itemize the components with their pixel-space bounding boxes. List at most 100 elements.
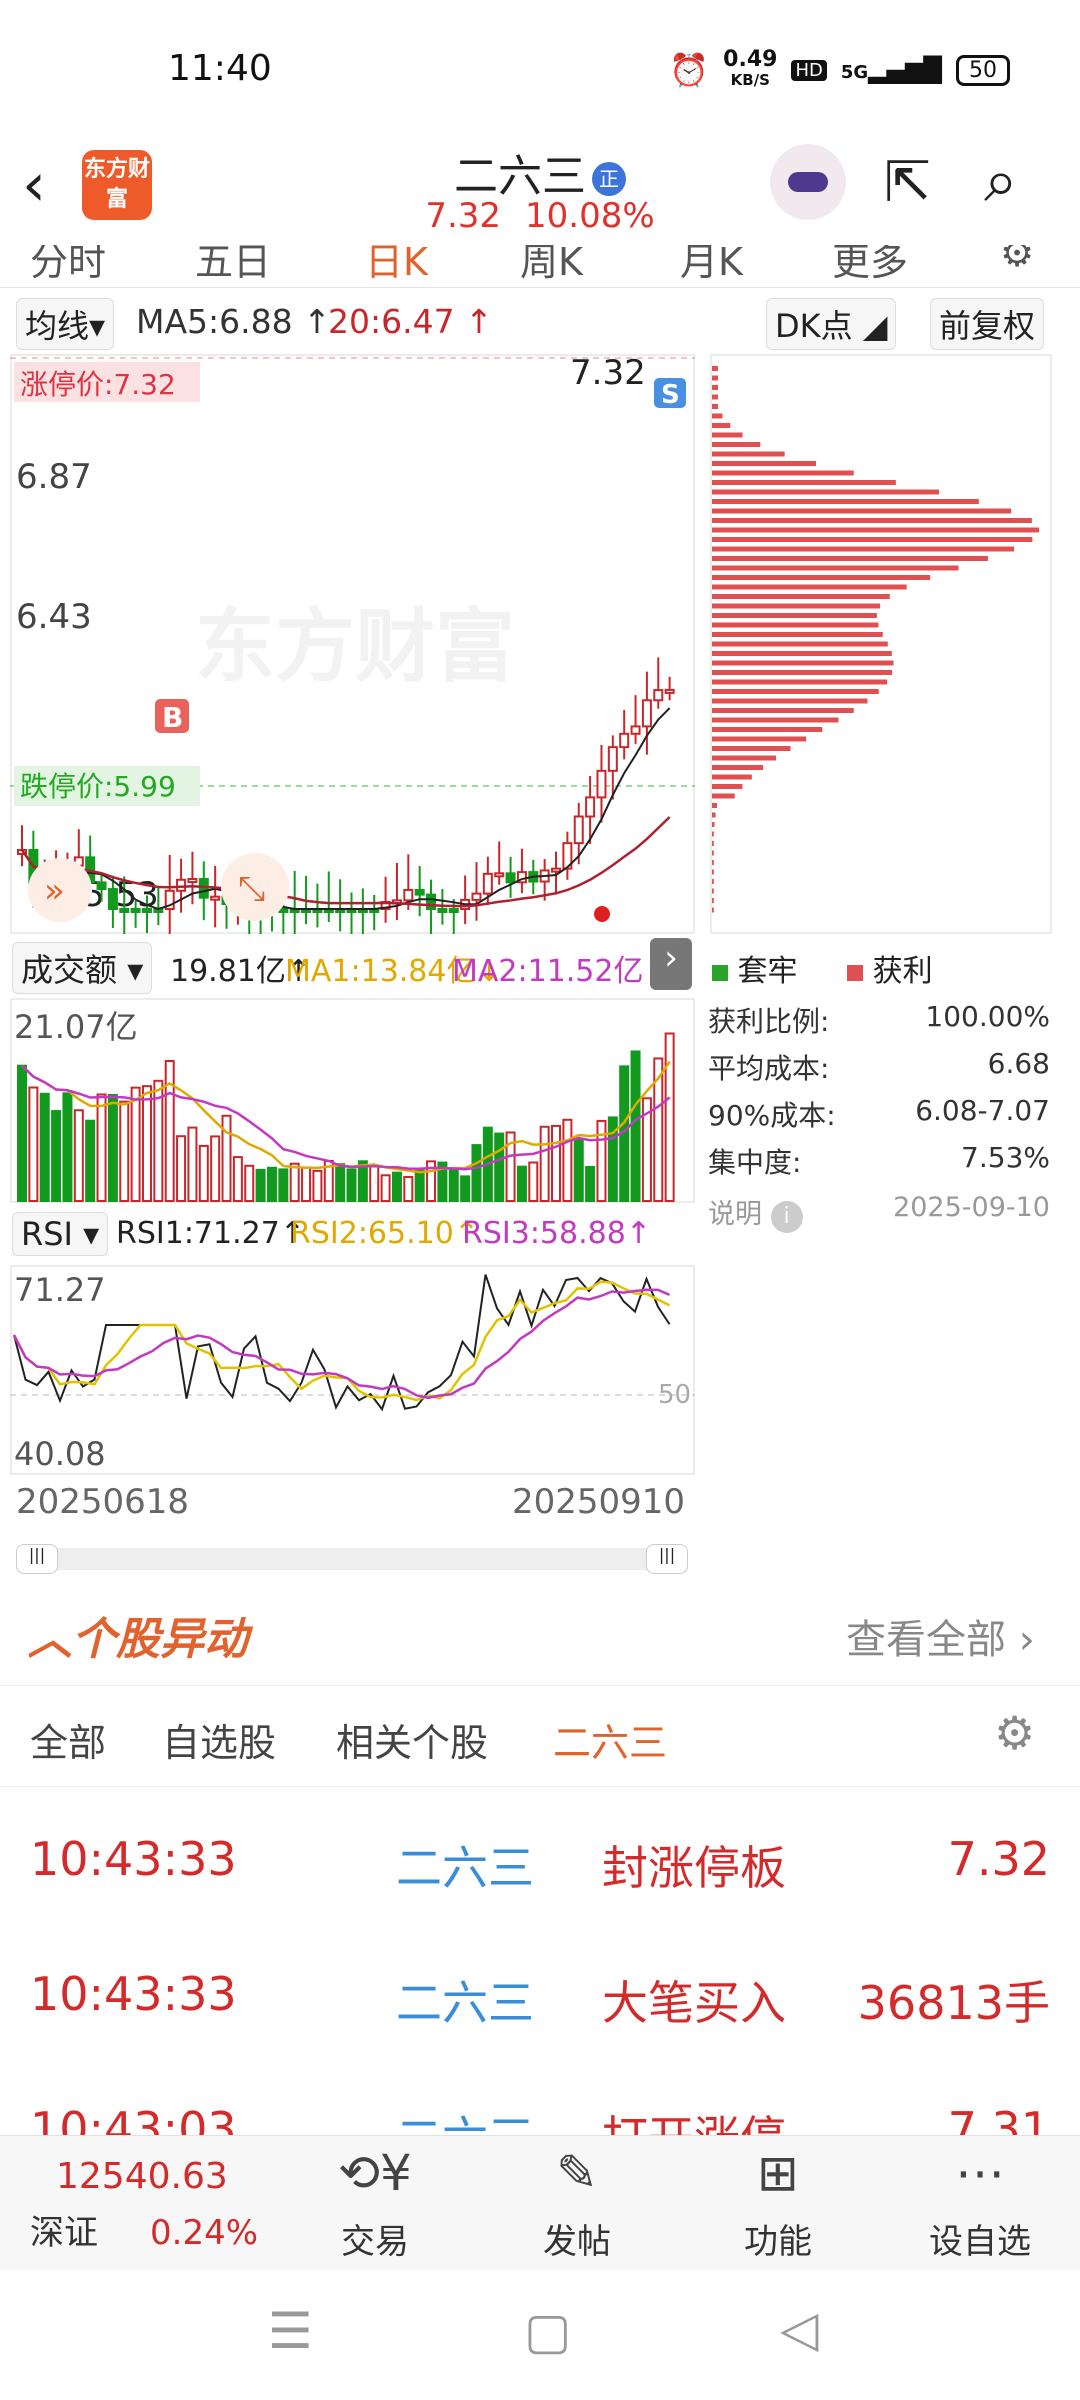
y-tick-2: 6.43	[16, 597, 92, 637]
post-button[interactable]: ✎ 发帖	[497, 2136, 657, 2263]
volume-bar	[630, 1050, 641, 1203]
chip-bar	[712, 556, 988, 561]
grid-icon: ⊞	[757, 2144, 799, 2202]
alerts-title[interactable]: ︿个股异动	[28, 1603, 248, 1667]
volume-selector[interactable]: 成交额 ▾	[12, 942, 153, 994]
yen-cycle-icon: ⟲¥	[338, 2144, 412, 2202]
assistant-robot-icon[interactable]	[770, 144, 846, 220]
tab-weekly-k[interactable]: 周K	[520, 245, 583, 286]
volume-bar	[391, 1171, 402, 1202]
candle	[289, 871, 300, 934]
tab-monthly-k[interactable]: 月K	[680, 245, 743, 286]
stat-profit-ratio: 获利比例: 100.00%	[708, 1000, 1050, 1038]
volume-bar	[562, 1118, 573, 1202]
filter-all[interactable]: 全部	[30, 1712, 106, 1767]
view-all-link[interactable]: 查看全部 ›	[846, 1607, 1035, 1665]
legend-trap: 套牢	[737, 954, 798, 989]
tab-daily-k[interactable]: 日K	[365, 245, 428, 286]
chip-bar	[712, 746, 791, 751]
candle	[471, 862, 482, 921]
volume-bar	[448, 1169, 459, 1202]
range-handle-left[interactable]: |||	[16, 1544, 58, 1574]
alert-row[interactable]: 10:43:33 二六三 大笔买入 36813手	[0, 1945, 1080, 2045]
chip-bar	[712, 480, 896, 485]
function-button[interactable]: ⊞ 功能	[698, 2136, 858, 2263]
volume-indicator-row: 成交额 ▾ 19.81亿↑ MA1:13.84亿↓ MA2:11.52亿↑ ›	[0, 938, 700, 994]
chip-bar	[712, 537, 1033, 542]
candle	[357, 888, 368, 934]
index-change: 0.24%	[150, 2213, 259, 2253]
candle	[619, 710, 630, 760]
chip-bar	[712, 641, 888, 647]
volume-bar	[96, 1093, 107, 1202]
status-bar: 11:40 ⏰ 0.49 KB/S HD 5G▂▄▆█ 50	[0, 0, 1080, 140]
alert-row[interactable]: 10:43:33 二六三 封涨停板 7.32	[0, 1810, 1080, 1910]
candle	[323, 871, 334, 923]
chip-bar	[712, 603, 881, 609]
chip-bar	[712, 575, 931, 580]
volume-bar	[278, 1168, 289, 1202]
chip-bar	[712, 679, 888, 685]
tab-5day[interactable]: 五日	[195, 245, 271, 286]
tab-intraday[interactable]: 分时	[30, 245, 106, 286]
chip-bar	[712, 670, 893, 675]
dk-point-button[interactable]: DK点 ◢	[766, 298, 897, 350]
chip-bar	[712, 879, 714, 884]
range-handle-right[interactable]: |||	[646, 1544, 688, 1574]
back-nav-icon[interactable]: ◁	[780, 2300, 818, 2358]
chip-bar	[712, 793, 735, 799]
filter-related[interactable]: 相关个股	[336, 1712, 488, 1767]
ma-selector[interactable]: 均线▾	[16, 298, 115, 350]
volume-bar	[187, 1126, 198, 1202]
signal-dot	[594, 906, 610, 922]
candle	[460, 875, 471, 925]
alert-row[interactable]: 10:43:03 二六三 打开涨停 7.31	[0, 2080, 1080, 2135]
share-icon[interactable]: ⇱	[884, 150, 931, 215]
volume-bar	[28, 1086, 39, 1202]
gear-icon[interactable]: ⚙	[1000, 245, 1034, 275]
chip-note-row: 说明 i 2025-09-10	[708, 1192, 1050, 1239]
rsi-selector[interactable]: RSI ▾	[12, 1212, 109, 1256]
chip-bar	[712, 869, 714, 875]
filter-current-stock[interactable]: 二六三	[553, 1712, 667, 1767]
volume-bar	[289, 1162, 300, 1202]
candle	[664, 676, 675, 701]
chevron-right-icon[interactable]: ›	[650, 938, 692, 990]
collapse-icon[interactable]: »	[28, 858, 92, 922]
volume-bar	[39, 1092, 50, 1202]
candle	[505, 856, 516, 898]
volume-bar	[528, 1161, 539, 1202]
chevron-right-icon: ›	[1018, 1617, 1035, 1663]
volume-bar	[17, 1064, 27, 1202]
stat-average-cost: 平均成本: 6.68	[708, 1047, 1050, 1085]
expand-icon[interactable]: ⤡	[221, 853, 289, 921]
volume-bar	[460, 1175, 471, 1203]
system-nav-bar: ☰ ▢ ◁	[0, 2270, 1080, 2400]
rsi-top-label: 71.27	[14, 1271, 106, 1309]
kline-chart[interactable]: 东方财富 涨停价:7.32 跌停价:5.99 6.87 6.43 7.32 <-…	[10, 354, 695, 934]
filter-watchlist[interactable]: 自选股	[162, 1712, 276, 1767]
chip-date: 2025-09-10	[893, 1192, 1050, 1223]
menu-icon[interactable]: ☰	[268, 2302, 313, 2360]
volume-bar	[494, 1132, 505, 1202]
volume-bar	[585, 1165, 596, 1202]
period-tabs: 分时 五日 日K 周K 月K 更多 ⚙	[0, 245, 1080, 288]
candle	[369, 894, 380, 931]
trade-button[interactable]: ⟲¥ 交易	[295, 2136, 455, 2263]
home-icon[interactable]: ▢	[524, 2302, 571, 2360]
rsi-bottom-label: 40.08	[14, 1435, 106, 1473]
chip-note[interactable]: 说明 i	[708, 1192, 803, 1239]
chip-bar	[712, 442, 761, 447]
chart-range-scrollbar[interactable]: ||| |||	[16, 1544, 688, 1574]
gear-icon[interactable]: ⚙	[994, 1706, 1035, 1760]
volume-ma2-line	[21, 1064, 671, 1171]
add-watchlist-button[interactable]: ⋯ 设自选	[900, 2136, 1060, 2263]
adjust-button[interactable]: 前复权	[930, 298, 1045, 350]
volume-bar	[301, 1166, 312, 1202]
index-ticker[interactable]: 12540.63 深证 0.24%	[30, 2156, 300, 2254]
tab-more[interactable]: 更多	[832, 245, 908, 286]
chip-bar	[712, 622, 879, 628]
s-marker: S	[654, 378, 686, 410]
alert-filters: 全部 自选股 相关个股 二六三 ⚙	[0, 1686, 1080, 1787]
search-icon[interactable]: ⌕	[984, 146, 1018, 216]
